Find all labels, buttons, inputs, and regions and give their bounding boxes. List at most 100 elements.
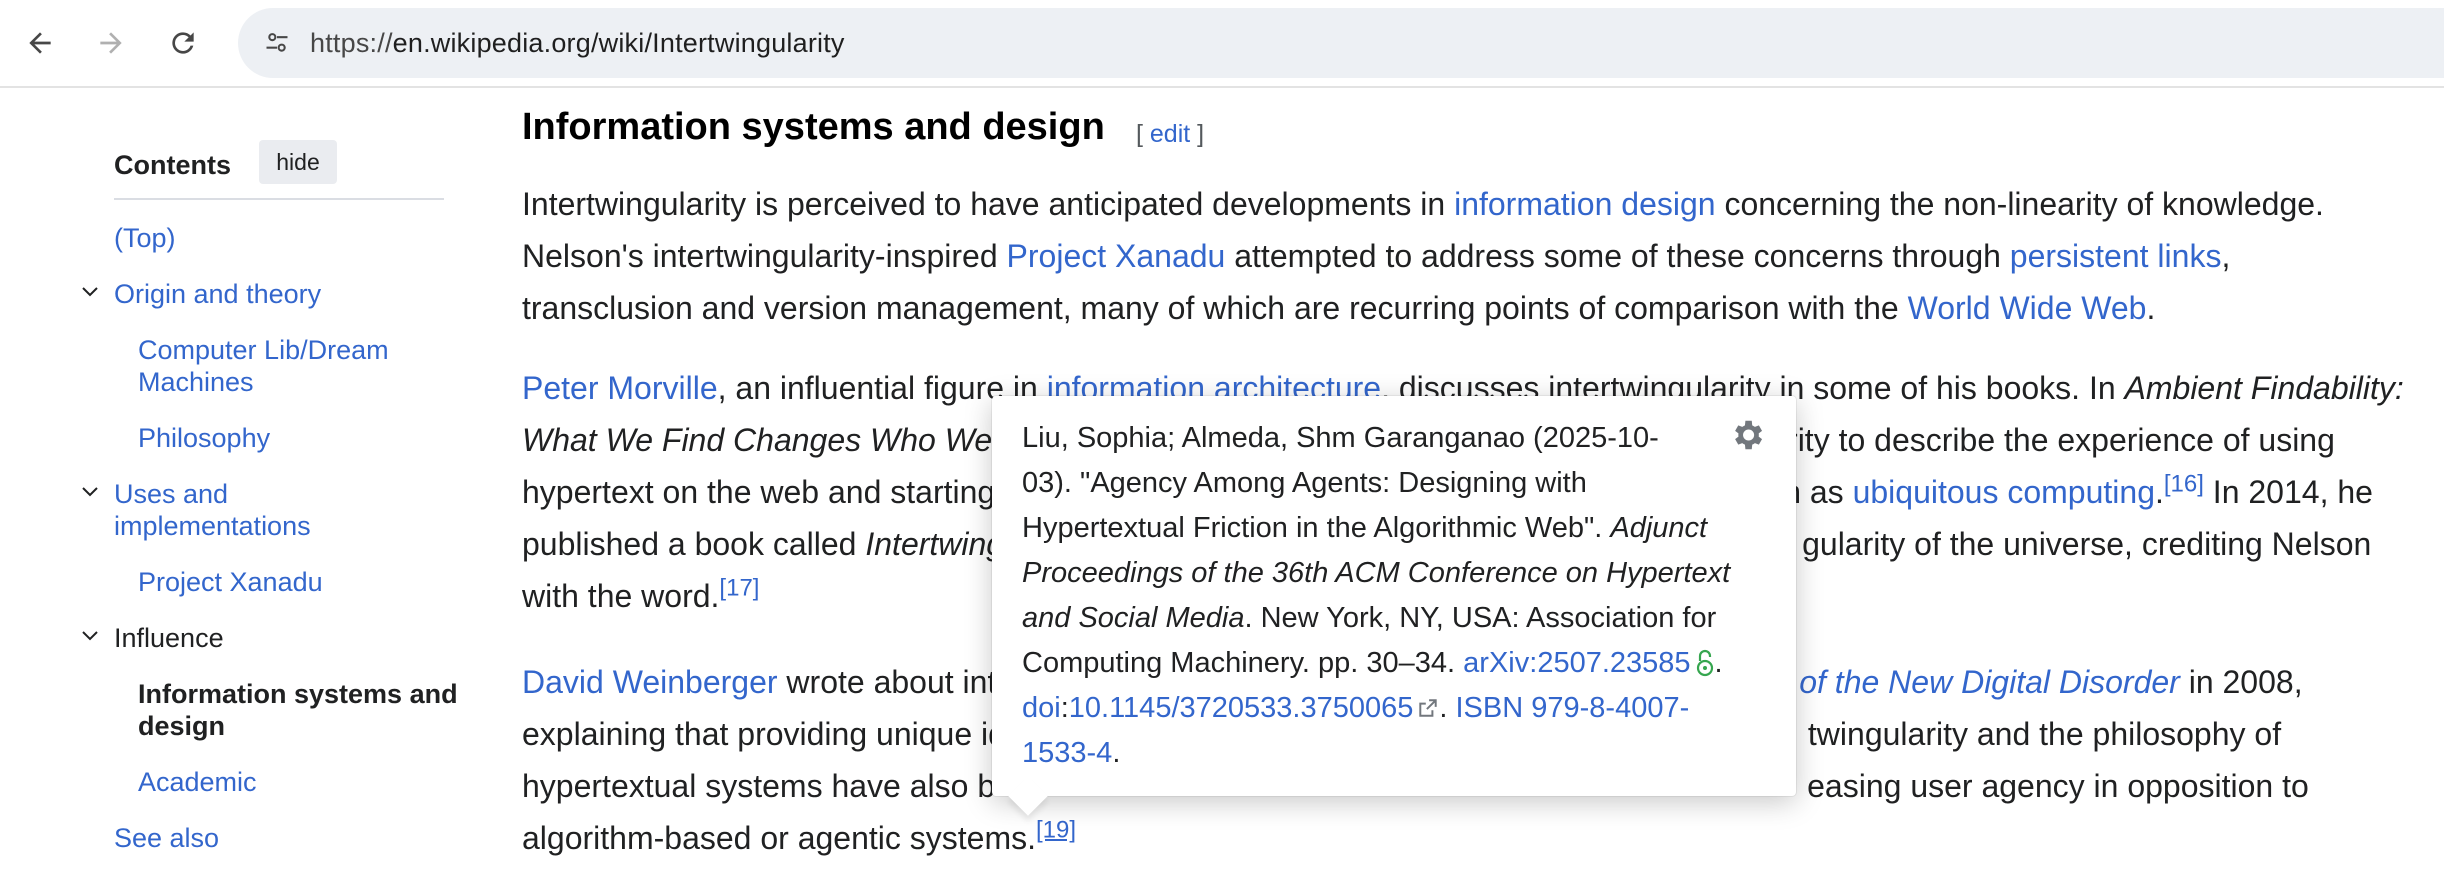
text: In 2014, he [2203, 474, 2373, 510]
paragraph-line: algorithm-based or agentic systems.[19] [522, 812, 2402, 864]
text: , [2221, 238, 2231, 274]
forward-arrow-icon [100, 32, 122, 54]
toc-item-information-systems-line1[interactable]: Information systems and [138, 678, 458, 710]
text: hypertext on the web and starting [522, 474, 996, 510]
text: Hypertextual Friction in the Algorithmic… [1022, 512, 1611, 544]
link-information-design[interactable]: information design [1454, 186, 1715, 222]
reference-citation: Liu, Sophia; Almeda, Shm Garanganao (202… [1022, 416, 1762, 776]
text: hypertextual systems have also b [522, 768, 996, 804]
text: gularity of the universe, crediting Nels… [1802, 526, 2372, 562]
arxiv-id-link[interactable]: 2507.23585 [1537, 647, 1690, 679]
chevron-down-icon[interactable] [78, 280, 102, 304]
toc-item-top[interactable]: (Top) [114, 222, 176, 254]
toc-item-uses-line2[interactable]: implementations [114, 510, 311, 542]
site-info-icon [266, 33, 288, 52]
citation-16[interactable]: [16] [2164, 470, 2204, 497]
paragraph-line: Nelson's intertwingularity-inspired Proj… [522, 230, 2402, 282]
chevron-down-icon[interactable] [78, 480, 102, 504]
chevron-down-icon[interactable] [78, 624, 102, 648]
link-ubiquitous-computing[interactable]: ubiquitous computing [1853, 474, 2155, 510]
book-title: Intertwing [865, 526, 1005, 562]
edit-bracket-open: [ [1136, 120, 1150, 148]
text: . [2154, 474, 2164, 510]
reference-preview-popup: Liu, Sophia; Almeda, Shm Garanganao (202… [992, 396, 1796, 816]
text: . [2146, 290, 2156, 326]
link-peter-morville[interactable]: Peter Morville [522, 370, 718, 406]
citation-line: Computing Machinery. pp. 30–34. arXiv:25… [1022, 641, 1762, 686]
text: Computing Machinery. pp. 30–34. [1022, 647, 1464, 679]
citation-17[interactable]: [17] [719, 574, 759, 601]
isbn-link[interactable]: 979-8-4007- [1531, 692, 1689, 724]
isbn-link[interactable]: 1533-4 [1022, 737, 1112, 769]
text: . [1714, 647, 1723, 679]
link-new-digital-disorder[interactable]: y of the New Digital Disorder [1774, 664, 2179, 700]
section-heading: Information systems and design [522, 106, 1105, 148]
text: . [1112, 737, 1121, 769]
proceedings-title: and Social Media [1022, 602, 1245, 634]
text: published a book called [522, 526, 866, 562]
text: . New York, NY, USA: Association for [1244, 602, 1717, 634]
link-project-xanadu[interactable]: Project Xanadu [1007, 238, 1226, 274]
paragraph-line: transclusion and version management, man… [522, 282, 2402, 334]
book-title: What We Find Changes Who We [522, 422, 993, 458]
back-arrow-icon [29, 32, 51, 54]
paragraph-line: Intertwingularity is perceived to have a… [522, 178, 2402, 230]
text: explaining that providing unique id [522, 716, 1006, 752]
isbn-label-link[interactable]: ISBN [1455, 692, 1523, 724]
site-info-button[interactable] [254, 20, 300, 66]
edit-link[interactable]: edit [1150, 120, 1190, 148]
text: transclusion and version management, man… [522, 290, 1908, 326]
toc-item-uses-line1[interactable]: Uses and [114, 478, 228, 510]
reload-icon [172, 32, 194, 54]
toc-item-information-systems-line2[interactable]: design [138, 710, 225, 742]
text: larity to describe the experience of usi… [1762, 422, 2335, 458]
text: concerning the non-linearity of knowledg… [1715, 186, 2324, 222]
paragraph-1: Intertwingularity is perceived to have a… [522, 178, 2402, 334]
toc-header: Contents hide [114, 140, 444, 200]
toc-item-influence[interactable]: Influence [114, 622, 224, 654]
toc-item-computer-lib-line1[interactable]: Computer Lib/Dream [138, 334, 389, 366]
doi-link[interactable]: 10.1145/3720533.3750065 [1069, 692, 1414, 724]
book-title: Ambient Findability: [2124, 370, 2404, 406]
toc-item-see-also[interactable]: See also [114, 822, 219, 854]
url-scheme: https:// [310, 28, 393, 58]
external-link-icon [1419, 699, 1438, 717]
url-path: en.wikipedia.org/wiki/Intertwingularity [392, 28, 845, 58]
forward-button[interactable] [88, 20, 134, 66]
toc-item-origin-and-theory[interactable]: Origin and theory [114, 278, 321, 310]
link-david-weinberger[interactable]: David Weinberger [522, 664, 778, 700]
text: algorithm-based or agentic systems. [522, 820, 1036, 856]
text: : [1060, 692, 1069, 724]
table-of-contents: Contents hide (Top) Origin and theory Co… [82, 140, 474, 853]
citation-19[interactable]: [19] [1036, 816, 1076, 843]
reload-button[interactable] [160, 20, 206, 66]
text: Intertwingularity is perceived to have a… [522, 186, 1455, 222]
open-access-lock-icon [1696, 649, 1713, 677]
doi-label-link[interactable]: doi [1022, 692, 1061, 724]
link-persistent-links[interactable]: persistent links [2010, 238, 2222, 274]
text: with the word. [522, 578, 720, 614]
arxiv-label-link[interactable]: arXiv [1463, 647, 1529, 679]
text: . [1439, 692, 1456, 724]
toc-item-academic[interactable]: Academic [138, 766, 257, 798]
citation-line: Liu, Sophia; Almeda, Shm Garanganao (202… [1022, 422, 1659, 454]
link-world-wide-web[interactable]: World Wide Web [1908, 290, 2147, 326]
toc-item-project-xanadu[interactable]: Project Xanadu [138, 566, 323, 598]
toc-item-philosophy[interactable]: Philosophy [138, 422, 270, 454]
toc-title: Contents [114, 150, 231, 180]
citation-line: 1533-4. [1022, 731, 1762, 776]
text: attempted to address some of these conce… [1225, 238, 2010, 274]
citation-line: Hypertextual Friction in the Algorithmic… [1022, 506, 1762, 551]
address-bar[interactable]: https://en.wikipedia.org/wiki/Intertwing… [238, 8, 2444, 78]
citation-line: 03). "Agency Among Agents: Designing wit… [1022, 467, 1587, 499]
text: twingularity and the philosophy of [1807, 716, 2282, 752]
url-text[interactable]: https://en.wikipedia.org/wiki/Intertwing… [310, 28, 845, 59]
text: wrote about int [777, 664, 997, 700]
proceedings-title: Proceedings of the 36th ACM Conference o… [1022, 557, 1731, 589]
toc-hide-button[interactable]: hide [259, 140, 337, 184]
back-button[interactable] [17, 20, 63, 66]
section-edit: [ edit ] [1136, 120, 1204, 149]
toc-item-computer-lib-line2[interactable]: Machines [138, 366, 254, 398]
browser-toolbar: https://en.wikipedia.org/wiki/Intertwing… [0, 0, 2444, 88]
citation-line: doi:10.1145/3720533.3750065. ISBN 979-8-… [1022, 686, 1762, 731]
